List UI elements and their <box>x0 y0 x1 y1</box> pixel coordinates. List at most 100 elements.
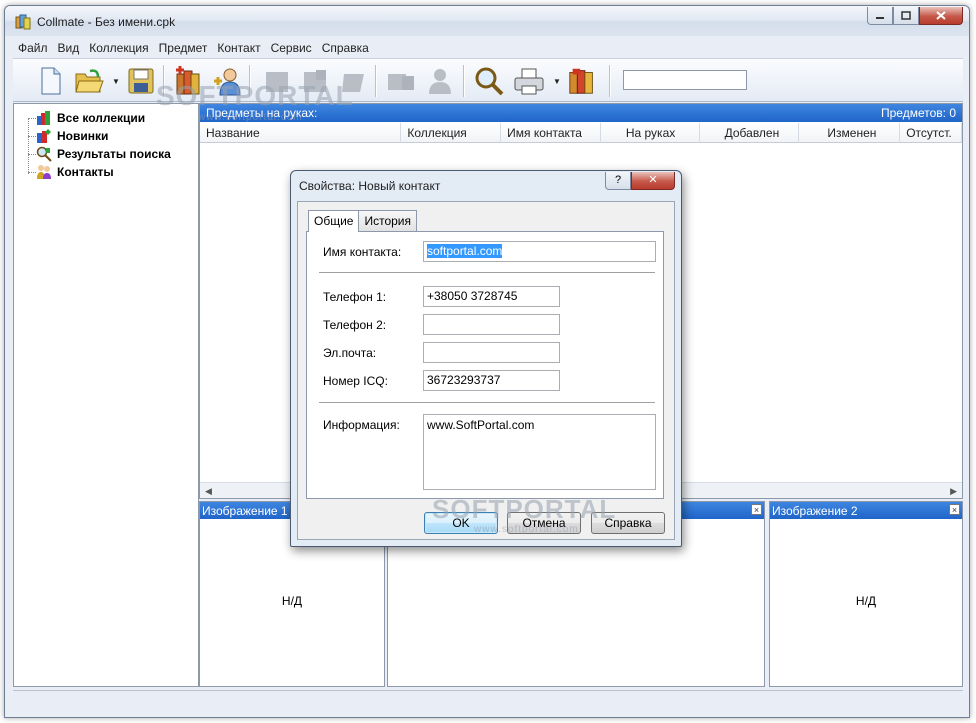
tree-line <box>28 136 36 137</box>
column-header-on-loan[interactable]: На руках <box>601 123 700 143</box>
toolbar-separator <box>249 65 251 97</box>
window-title: Collmate - Без имени.cpk <box>37 15 176 29</box>
menu-file[interactable]: Файл <box>13 38 53 58</box>
close-panel-icon[interactable]: × <box>751 504 762 515</box>
grid-header-bar: Предметы на руках: Предметов: 0 <box>200 104 962 122</box>
tab-general[interactable]: Общие <box>308 210 360 232</box>
column-header-modified[interactable]: Изменен <box>799 123 901 143</box>
ok-button[interactable]: OK <box>424 512 498 534</box>
toolbar-separator <box>463 65 465 97</box>
phone1-input[interactable]: +38050 3728745 <box>423 286 560 307</box>
tree-item-label: Результаты поиска <box>57 147 171 161</box>
icq-label: Номер ICQ: <box>323 374 388 388</box>
info-textarea[interactable]: www.SoftPortal.com <box>423 414 656 490</box>
close-icon <box>936 11 946 20</box>
dialog-title: Свойства: Новый контакт <box>299 179 441 193</box>
tree-item-label: Новинки <box>57 129 109 143</box>
column-header-missing[interactable]: Отсутст. <box>900 123 963 143</box>
contact-item-button[interactable] <box>423 65 455 97</box>
print-button[interactable] <box>513 65 545 97</box>
scroll-left-icon[interactable]: ◀ <box>205 486 212 497</box>
icq-input[interactable]: 36723293737 <box>423 370 560 391</box>
magnifier-icon <box>475 67 504 96</box>
cancel-button[interactable]: Отмена <box>507 512 581 534</box>
toolbar-search-input[interactable] <box>623 70 747 90</box>
tree-item-label: Контакты <box>57 165 114 179</box>
new-contact-button[interactable] <box>211 65 243 97</box>
dialog-help-button[interactable]: ? <box>605 172 631 190</box>
title-bar: Collmate - Без имени.cpk <box>5 6 969 36</box>
tree-item-contacts[interactable]: Контакты <box>36 163 114 181</box>
tree-item-all-collections[interactable]: Все коллекции <box>36 109 145 127</box>
contact-name-label: Имя контакта: <box>323 245 402 259</box>
column-header-name[interactable]: Название <box>200 123 402 143</box>
tree-item-search-results[interactable]: Результаты поиска <box>36 145 171 163</box>
email-label: Эл.почта: <box>323 346 377 360</box>
contact-name-value: softportal.com <box>427 244 503 258</box>
image-2-placeholder: Н/Д <box>855 594 877 608</box>
contact-name-input[interactable]: softportal.com <box>423 241 656 262</box>
dialog-caption-buttons: ? ✕ <box>605 172 675 190</box>
caption-buttons <box>867 7 963 25</box>
phone2-label: Телефон 2: <box>323 318 387 332</box>
search-results-icon <box>36 146 52 162</box>
column-header-added[interactable]: Добавлен <box>700 123 800 143</box>
minimize-icon <box>876 16 884 19</box>
save-button[interactable] <box>125 65 157 97</box>
delete-item-button[interactable] <box>337 65 369 97</box>
image-1-placeholder: Н/Д <box>281 594 303 608</box>
grid-columns: Название Коллекция Имя контакта На руках… <box>200 123 963 143</box>
lend-item-disabled-icon <box>388 74 414 90</box>
contacts-icon <box>37 165 51 179</box>
menu-collection[interactable]: Коллекция <box>84 38 153 58</box>
menu-view[interactable]: Вид <box>53 38 85 58</box>
new-collection-button[interactable] <box>173 65 205 97</box>
new-file-icon <box>41 67 61 95</box>
dialog-close-button[interactable]: ✕ <box>631 172 675 190</box>
question-icon: ? <box>614 174 622 186</box>
menu-item[interactable]: Предмет <box>154 38 213 58</box>
items-count-label: Предметов: 0 <box>881 106 956 120</box>
tab-history[interactable]: История <box>358 210 418 231</box>
scroll-right-icon[interactable]: ▶ <box>950 486 957 497</box>
close-panel-icon[interactable]: × <box>949 504 960 515</box>
phone2-input[interactable] <box>423 314 560 335</box>
menu-help[interactable]: Справка <box>317 38 374 58</box>
printer-icon <box>514 68 544 95</box>
collections-button[interactable] <box>567 65 599 97</box>
menu-service[interactable]: Сервис <box>266 38 317 58</box>
toolbar-separator <box>375 65 377 97</box>
menu-bar: Файл Вид Коллекция Предмет Контакт Серви… <box>13 38 963 58</box>
divider <box>319 272 655 274</box>
minimize-button[interactable] <box>867 7 893 25</box>
email-input[interactable] <box>423 342 560 363</box>
add-item-button[interactable] <box>261 65 293 97</box>
open-file-button[interactable] <box>73 65 105 97</box>
new-file-button[interactable] <box>35 65 67 97</box>
tree-item-new[interactable]: Новинки <box>36 127 108 145</box>
close-button[interactable] <box>919 7 963 25</box>
new-items-icon <box>37 129 51 143</box>
tree-line <box>28 154 36 155</box>
print-dropdown-icon[interactable]: ▼ <box>553 77 561 86</box>
search-button[interactable] <box>473 65 505 97</box>
open-dropdown-icon[interactable]: ▼ <box>112 77 120 86</box>
lend-item-button[interactable] <box>385 65 417 97</box>
all-collections-icon <box>37 111 50 125</box>
maximize-button[interactable] <box>893 7 919 25</box>
help-button[interactable]: Справка <box>591 512 665 534</box>
add-collection-icon <box>176 66 200 95</box>
status-bar <box>13 690 963 710</box>
menu-contact[interactable]: Контакт <box>212 38 265 58</box>
toolbar-separator <box>609 65 611 97</box>
maximize-icon <box>901 11 911 20</box>
close-icon: ✕ <box>648 174 658 186</box>
dialog-body: Общие История Имя контакта: softportal.c… <box>297 201 675 540</box>
edit-item-button[interactable] <box>299 65 331 97</box>
phone1-label: Телефон 1: <box>323 290 387 304</box>
image-panel-1-title: Изображение 1 <box>202 504 288 518</box>
tree-line <box>28 118 29 174</box>
column-header-contact-name[interactable]: Имя контакта <box>501 123 601 143</box>
app-icon <box>15 14 31 30</box>
column-header-collection[interactable]: Коллекция <box>401 123 502 143</box>
